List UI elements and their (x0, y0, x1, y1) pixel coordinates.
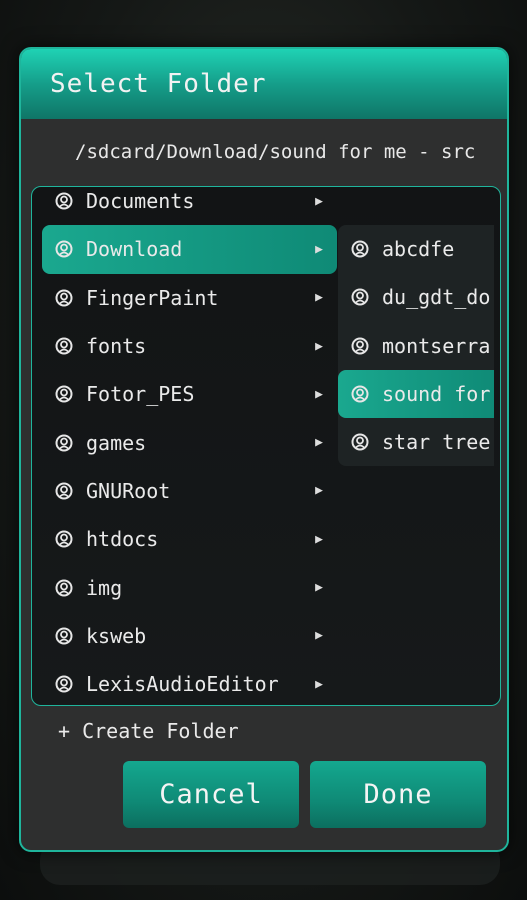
subfolder-item[interactable]: du_gdt_do (338, 273, 494, 321)
folder-item-label: img (86, 575, 123, 600)
folder-item-label: games (86, 430, 147, 455)
chevron-right-icon: ▶ (315, 338, 323, 354)
folder-item-label: Documents (86, 189, 195, 214)
subfolder-item[interactable]: montserra (338, 322, 494, 370)
folder-item-label: GNURoot (86, 478, 171, 503)
subfolder-list: abcdfe du_gdt_do montserra sound for star tr… (338, 225, 494, 467)
folder-item[interactable]: Download ▶ (42, 225, 337, 274)
folder-icon (54, 674, 74, 694)
folder-item[interactable]: img ▶ (42, 563, 337, 611)
chevron-right-icon: ▶ (315, 241, 323, 257)
folder-icon (54, 288, 74, 308)
subfolder-item-label: sound for (382, 382, 491, 407)
folder-icon (350, 239, 370, 259)
folder-icon (350, 432, 370, 452)
folder-item-label: FingerPaint (86, 285, 219, 310)
folder-item[interactable]: Documents ▶ (42, 187, 337, 225)
folder-item-label: htdocs (86, 527, 159, 552)
folder-icon (54, 481, 74, 501)
folder-item[interactable]: ksweb ▶ (42, 612, 337, 660)
chevron-right-icon: ▶ (315, 290, 323, 306)
folder-icon (54, 529, 74, 549)
folder-item-label: ksweb (86, 623, 147, 648)
folder-item-label: LexisAudioEditor (86, 672, 279, 697)
folder-icon (54, 433, 74, 453)
cancel-button[interactable]: Cancel (123, 761, 299, 828)
subfolder-item-label: du_gdt_do (382, 285, 491, 310)
subfolder-item[interactable]: sound for (338, 369, 494, 419)
subfolder-item[interactable]: star tree (338, 418, 494, 466)
done-button[interactable]: Done (310, 761, 486, 828)
folder-icon (350, 336, 370, 356)
folder-list: Documents ▶ Download ▶ FingerPaint ▶ fonts ▶ Fot… (42, 187, 337, 705)
folder-icon (54, 384, 74, 404)
chevron-right-icon: ▶ (315, 628, 323, 644)
chevron-right-icon: ▶ (315, 193, 323, 209)
chevron-right-icon: ▶ (315, 531, 323, 547)
folder-icon (54, 578, 74, 598)
current-path: /sdcard/Download/sound for me - src (75, 141, 476, 163)
dialog-title: Select Folder (50, 69, 267, 99)
folder-item-label: fonts (86, 334, 147, 359)
folder-item[interactable]: htdocs ▶ (42, 515, 337, 563)
folder-item-label: Download (86, 237, 183, 262)
folder-icon (350, 287, 370, 307)
folder-item[interactable]: FingerPaint ▶ (42, 274, 337, 322)
chevron-right-icon: ▶ (315, 483, 323, 499)
select-folder-dialog: Select Folder /sdcard/Download/sound for… (19, 47, 509, 852)
create-folder-button[interactable]: + Create Folder (58, 719, 239, 743)
folder-item[interactable]: Fotor_PES ▶ (42, 370, 337, 418)
folder-item[interactable]: LexisAudioEditor ▶ (42, 660, 337, 705)
subfolder-item-label: star tree (382, 430, 491, 455)
folder-icon (54, 239, 74, 259)
folder-icon (350, 384, 370, 404)
folder-browser: Documents ▶ Download ▶ FingerPaint ▶ fonts ▶ Fot… (31, 186, 501, 706)
subfolder-item-label: abcdfe (382, 237, 455, 262)
dialog-title-bar: Select Folder (21, 49, 507, 119)
folder-icon (54, 191, 74, 211)
folder-icon (54, 336, 74, 356)
folder-item[interactable]: GNURoot ▶ (42, 467, 337, 515)
chevron-right-icon: ▶ (315, 386, 323, 402)
folder-item-label: Fotor_PES (86, 382, 195, 407)
folder-item[interactable]: games ▶ (42, 418, 337, 466)
chevron-right-icon: ▶ (315, 676, 323, 692)
chevron-right-icon: ▶ (315, 580, 323, 596)
subfolder-item-label: montserra (382, 333, 491, 358)
subfolder-item[interactable]: abcdfe (338, 225, 494, 273)
folder-item[interactable]: fonts ▶ (42, 322, 337, 370)
chevron-right-icon: ▶ (315, 435, 323, 451)
folder-icon (54, 626, 74, 646)
